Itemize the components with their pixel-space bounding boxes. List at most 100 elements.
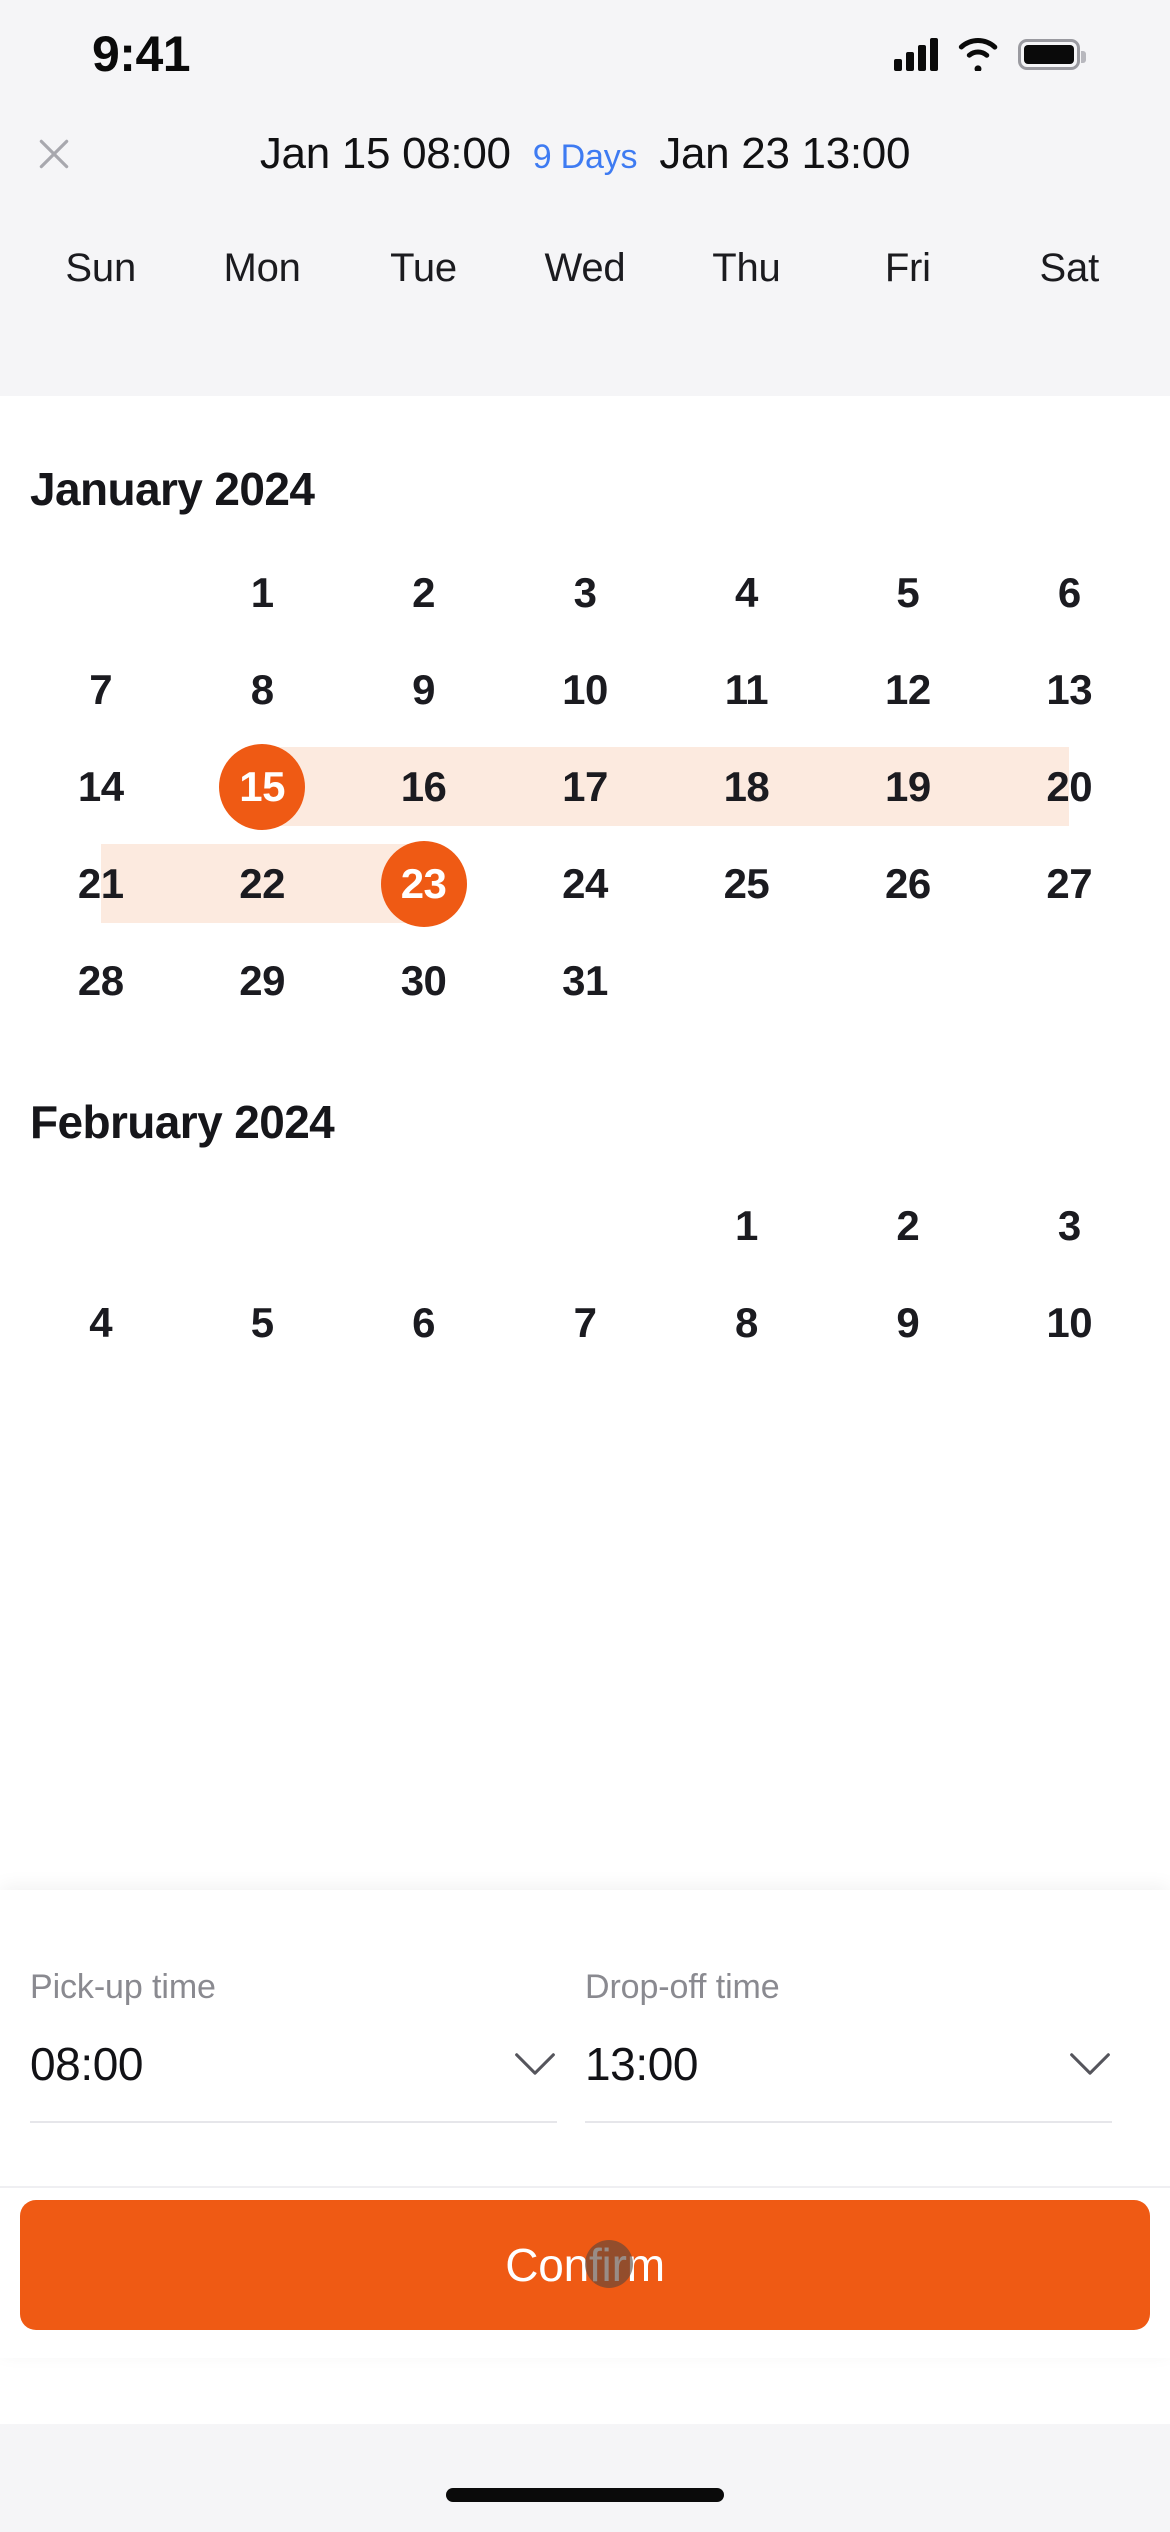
header-top-row: Jan 15 08:00 9 Days Jan 23 13:00 xyxy=(0,96,1170,212)
dropoff-time-label: Drop-off time xyxy=(585,1968,780,2006)
day-cell-empty xyxy=(989,932,1150,1029)
time-selection-panel: Pick-up time 08:00 Drop-off time 13:00 xyxy=(0,1890,1170,2358)
home-indicator[interactable] xyxy=(446,2488,724,2502)
day-number: 10 xyxy=(1046,1298,1093,1346)
day-cell[interactable]: 7 xyxy=(20,641,181,738)
day-number: 24 xyxy=(562,859,608,907)
dropoff-time-underline xyxy=(585,2121,1112,2123)
pickup-time-field[interactable]: Pick-up time 08:00 xyxy=(30,1968,585,2123)
day-cell[interactable]: 1 xyxy=(181,544,342,641)
day-cell[interactable]: 8 xyxy=(666,1274,827,1371)
battery-icon xyxy=(1018,38,1086,70)
day-cell[interactable]: 4 xyxy=(666,544,827,641)
day-cell[interactable]: 8 xyxy=(181,641,342,738)
home-indicator-area xyxy=(0,2424,1170,2532)
day-number: 10 xyxy=(562,665,608,713)
range-end-date[interactable]: Jan 23 13:00 xyxy=(659,129,910,179)
day-cell[interactable]: 14 xyxy=(20,738,181,835)
day-cell-range-edge[interactable]: 21 xyxy=(20,835,182,932)
day-number: 23 xyxy=(400,859,447,907)
weekday-label-tue: Tue xyxy=(390,245,457,290)
day-cell-selected-start[interactable]: 15 xyxy=(181,738,344,835)
month-title: January 2024 xyxy=(30,463,315,515)
day-cell-empty xyxy=(666,932,827,1029)
day-number: 29 xyxy=(239,956,285,1004)
day-cell-in-range[interactable]: 22 xyxy=(181,835,344,932)
day-cell[interactable]: 4 xyxy=(20,1274,181,1371)
date-range-summary: Jan 15 08:00 9 Days Jan 23 13:00 xyxy=(0,129,1170,179)
dropoff-time-field[interactable]: Drop-off time 13:00 xyxy=(585,1968,1140,2123)
day-cell[interactable]: 2 xyxy=(827,1177,988,1274)
close-button[interactable] xyxy=(22,122,86,186)
month-block: February 2024 1 2 3 4 5 6 7 8 9 10 xyxy=(0,1029,1170,1371)
weekday-label-thu: Thu xyxy=(712,245,781,290)
status-bar: 9:41 xyxy=(0,0,1170,96)
day-number: 9 xyxy=(896,1298,920,1346)
weekday-label-wed: Wed xyxy=(544,245,626,290)
day-cell-in-range[interactable]: 19 xyxy=(827,738,989,835)
day-number: 3 xyxy=(1057,1201,1081,1249)
day-cell-selected-end[interactable]: 23 xyxy=(342,835,504,932)
pickup-time-value: 08:00 xyxy=(30,2038,144,2090)
day-cell-empty xyxy=(20,1177,181,1274)
day-cell[interactable]: 7 xyxy=(504,1274,665,1371)
day-cell[interactable]: 9 xyxy=(343,641,504,738)
pickup-time-label: Pick-up time xyxy=(30,1968,216,2006)
day-number: 28 xyxy=(77,956,124,1004)
day-cell[interactable]: 31 xyxy=(504,932,665,1029)
day-number: 2 xyxy=(896,1201,920,1249)
day-cell[interactable]: 12 xyxy=(827,641,988,738)
day-cell-range-edge[interactable]: 20 xyxy=(988,738,1150,835)
weekday-header-row: Sun Mon Tue Wed Thu Fri Sat xyxy=(0,212,1170,324)
day-cell[interactable]: 2 xyxy=(343,544,504,641)
day-cell[interactable]: 9 xyxy=(827,1274,988,1371)
day-cell[interactable]: 6 xyxy=(989,544,1150,641)
day-cell[interactable]: 10 xyxy=(504,641,665,738)
range-start-date[interactable]: Jan 15 08:00 xyxy=(260,129,511,179)
chevron-down-icon[interactable] xyxy=(1068,2050,1112,2078)
calendar-scroll-area[interactable]: January 2024 1 2 3 4 5 6 7 8 9 10 11 12 13 14 15 16 17 18 1… xyxy=(0,396,1170,1890)
day-cell[interactable]: 28 xyxy=(20,932,181,1029)
day-cell[interactable]: 3 xyxy=(989,1177,1150,1274)
day-cell[interactable]: 24 xyxy=(504,835,665,932)
day-cell[interactable]: 1 xyxy=(666,1177,827,1274)
day-number: 8 xyxy=(250,665,274,713)
day-cell[interactable]: 10 xyxy=(989,1274,1150,1371)
day-cell[interactable]: 25 xyxy=(666,835,827,932)
day-cell[interactable]: 30 xyxy=(343,932,504,1029)
day-number: 22 xyxy=(239,859,285,907)
day-cell[interactable]: 11 xyxy=(666,641,827,738)
day-number: 17 xyxy=(562,762,608,810)
app-screen: 9:41 Jan 15 08:00 9 Days Jan 23 13:00 Su… xyxy=(0,0,1170,2532)
dropoff-time-control[interactable]: 13:00 xyxy=(585,2037,1112,2091)
day-cell[interactable]: 6 xyxy=(343,1274,504,1371)
day-number: 4 xyxy=(89,1298,113,1346)
day-cell-empty xyxy=(504,1177,665,1274)
day-cell-in-range[interactable]: 18 xyxy=(665,738,828,835)
day-number: 7 xyxy=(573,1298,597,1346)
day-cell[interactable]: 3 xyxy=(504,544,665,641)
touch-cursor-indicator xyxy=(585,2240,633,2288)
day-cell-empty xyxy=(181,1177,342,1274)
day-number: 9 xyxy=(412,665,435,713)
day-cell-in-range[interactable]: 16 xyxy=(342,738,505,835)
day-number: 21 xyxy=(77,859,124,907)
day-number: 31 xyxy=(562,956,608,1004)
day-number: 7 xyxy=(89,665,113,713)
range-duration-badge: 9 Days xyxy=(532,138,638,176)
day-cell-in-range[interactable]: 17 xyxy=(504,738,667,835)
pickup-time-control[interactable]: 08:00 xyxy=(30,2037,557,2091)
weekday-label-sat: Sat xyxy=(1039,245,1100,290)
day-cell[interactable]: 27 xyxy=(989,835,1150,932)
day-cell[interactable]: 13 xyxy=(989,641,1150,738)
day-cell[interactable]: 29 xyxy=(181,932,342,1029)
panel-divider xyxy=(0,2186,1170,2188)
day-cell[interactable]: 26 xyxy=(827,835,988,932)
day-number: 13 xyxy=(1046,665,1093,713)
day-cell[interactable]: 5 xyxy=(827,544,988,641)
day-number: 2 xyxy=(412,568,435,616)
month-day-grid: 1 2 3 4 5 6 7 8 9 10 xyxy=(0,1177,1170,1371)
chevron-down-icon[interactable] xyxy=(513,2050,557,2078)
day-cell[interactable]: 5 xyxy=(181,1274,342,1371)
status-bar-time: 9:41 xyxy=(92,26,191,82)
